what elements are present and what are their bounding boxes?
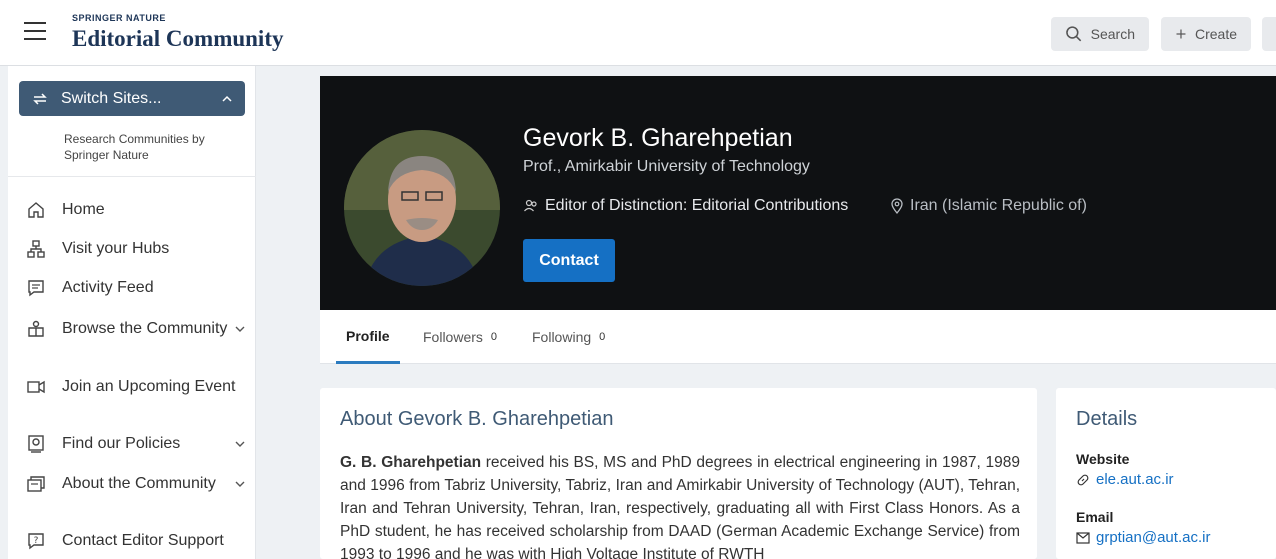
sidebar-item-label: Browse the Community — [62, 320, 228, 337]
sidebar-item-policies[interactable]: Find our Policies — [24, 432, 248, 456]
mail-icon — [1076, 531, 1090, 544]
link-icon — [1077, 474, 1089, 485]
sidebar-item-support[interactable]: ? Contact Editor Support — [24, 529, 248, 553]
switch-sites-subtitle: Research Communities by Springer Nature — [64, 132, 205, 162]
sidebar-item-label: Home — [62, 201, 105, 218]
brand-title[interactable]: Editorial Community — [72, 26, 283, 52]
sidebar-divider — [8, 176, 256, 177]
plus-icon — [1176, 29, 1186, 39]
create-button[interactable]: Create — [1161, 17, 1251, 51]
policies-icon — [24, 432, 48, 456]
about-title: About Gevork B. Gharehpetian — [340, 408, 614, 430]
top-header: SPRINGER NATURE Editorial Community Sear… — [0, 0, 1276, 66]
profile-location-label: Iran (Islamic Republic of) — [910, 197, 1087, 214]
home-icon — [24, 198, 48, 222]
sidebar-item-browse[interactable]: Browse the Community — [24, 317, 248, 341]
contact-button[interactable]: Contact — [523, 239, 615, 282]
about-icon — [24, 472, 48, 496]
sidebar-item-label: About the Community — [62, 475, 216, 492]
sidebar-item-event[interactable]: Join an Upcoming Event — [24, 375, 248, 399]
followers-count: 0 — [490, 331, 498, 343]
website-label: Website — [1076, 451, 1130, 467]
tab-followers[interactable]: Followers 0 — [423, 310, 497, 364]
feed-icon — [24, 276, 48, 300]
menu-icon[interactable] — [24, 22, 46, 42]
chevron-down-icon[interactable] — [232, 476, 248, 492]
profile-badge-label: Editor of Distinction: Editorial Contrib… — [545, 197, 849, 214]
email-link[interactable]: grptian@aut.ac.ir — [1076, 529, 1210, 546]
profile-tabs: Profile Followers 0 Following 0 — [320, 310, 1276, 364]
sidebar-item-label: Visit your Hubs — [62, 240, 170, 257]
profile-name: Gevork B. Gharehpetian — [523, 124, 793, 152]
hubs-icon — [24, 237, 48, 261]
profile-badge: Editor of Distinction: Editorial Contrib… — [523, 197, 848, 215]
support-icon: ? — [24, 529, 48, 553]
profile-location: Iran (Islamic Republic of) — [890, 197, 1087, 215]
website-link[interactable]: ele.aut.ac.ir — [1076, 471, 1174, 488]
more-button[interactable] — [1262, 17, 1276, 51]
email-value: grptian@aut.ac.ir — [1096, 529, 1211, 546]
about-name-bold: G. B. Gharehpetian — [340, 454, 482, 471]
chevron-down-icon[interactable] — [232, 321, 248, 337]
sidebar-item-label: Activity Feed — [62, 279, 154, 296]
tab-profile[interactable]: Profile — [336, 310, 400, 364]
event-icon — [24, 375, 48, 399]
tab-label: Profile — [346, 327, 390, 344]
switch-sites-button[interactable]: Switch Sites... — [19, 81, 245, 116]
details-card: Details Website ele.aut.ac.ir Email grpt… — [1056, 388, 1276, 559]
tab-label: Following — [532, 329, 592, 345]
search-icon — [1066, 26, 1082, 42]
sidebar-item-home[interactable]: Home — [24, 198, 248, 222]
email-label: Email — [1076, 509, 1114, 525]
profile-role: Prof., Amirkabir University of Technolog… — [523, 158, 810, 175]
create-label: Create — [1194, 26, 1237, 42]
profile-avatar — [344, 130, 500, 286]
about-card: About Gevork B. Gharehpetian G. B. Ghare… — [320, 388, 1037, 559]
location-pin-icon — [891, 198, 903, 214]
switch-sites-label: Switch Sites... — [61, 89, 162, 107]
chevron-down-icon[interactable] — [232, 436, 248, 452]
about-text: G. B. Gharehpetian received his BS, MS a… — [340, 451, 1020, 559]
details-title: Details — [1076, 408, 1138, 430]
following-count: 0 — [599, 331, 606, 343]
sidebar-item-label: Contact Editor Support — [62, 532, 224, 549]
search-label: Search — [1090, 26, 1135, 42]
brand-publisher: SPRINGER NATURE — [72, 13, 166, 23]
profile-header: Gevork B. Gharehpetian Prof., Amirkabir … — [320, 76, 1276, 310]
sidebar: Switch Sites... Research Communities by … — [8, 66, 256, 559]
sidebar-item-activity-feed[interactable]: Activity Feed — [24, 276, 248, 300]
browse-icon — [24, 317, 48, 341]
tab-label: Followers — [423, 329, 483, 345]
sidebar-item-label: Join an Upcoming Event — [62, 378, 236, 395]
sidebar-item-hubs[interactable]: Visit your Hubs — [24, 237, 248, 261]
users-icon — [524, 199, 537, 212]
svg-text:?: ? — [34, 536, 39, 546]
search-button[interactable]: Search — [1051, 17, 1149, 51]
website-value: ele.aut.ac.ir — [1096, 471, 1174, 488]
sidebar-item-label: Find our Policies — [62, 435, 181, 452]
sidebar-item-about[interactable]: About the Community — [24, 472, 248, 496]
switch-icon — [33, 92, 47, 105]
tab-following[interactable]: Following 0 — [532, 310, 605, 364]
chevron-up-icon — [222, 95, 232, 102]
